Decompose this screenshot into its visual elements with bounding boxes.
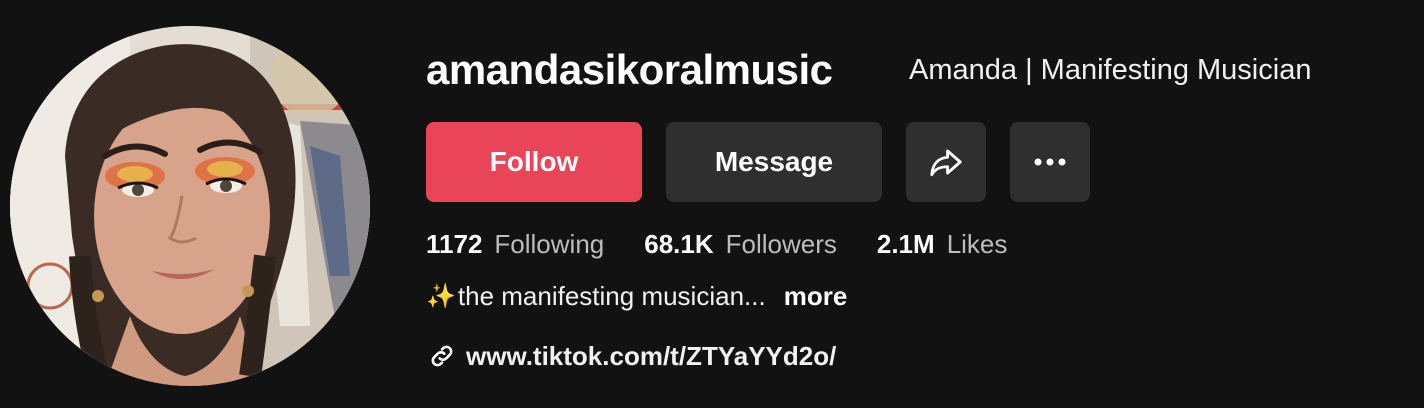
following-stat[interactable]: 1172 Following xyxy=(426,229,604,260)
likes-stat: 2.1M Likes xyxy=(877,229,1008,260)
avatar[interactable] xyxy=(10,26,370,386)
more-options-button[interactable] xyxy=(1010,122,1090,202)
follow-button-label: Follow xyxy=(489,146,579,177)
following-count: 1172 xyxy=(426,228,483,259)
likes-label: Likes xyxy=(946,228,1008,259)
message-button-label: Message xyxy=(714,146,834,177)
share-button[interactable] xyxy=(906,122,986,202)
link-url[interactable]: www.tiktok.com/t/ZTYaYYd2o/ xyxy=(466,341,836,372)
followers-count: 68.1K xyxy=(644,228,714,259)
link-icon xyxy=(428,341,458,371)
follow-button[interactable]: Follow xyxy=(426,122,642,202)
profile-link[interactable]: www.tiktok.com/t/ZTYaYYd2o/ xyxy=(428,338,836,374)
username: amandasikoralmusic xyxy=(426,46,833,93)
bio: ✨ the manifesting musician... more xyxy=(426,278,847,314)
profile-stats: 1172 Following 68.1K Followers 2.1M Like… xyxy=(426,226,1047,262)
followers-stat[interactable]: 68.1K Followers xyxy=(644,229,837,260)
followers-label: Followers xyxy=(725,228,837,259)
message-button[interactable]: Message xyxy=(666,122,882,202)
nickname: Amanda | Manifesting Musician xyxy=(909,54,1312,86)
likes-count: 2.1M xyxy=(876,228,935,259)
more-dots-icon xyxy=(1034,158,1066,166)
profile-header: amandasikoralmusic Amanda | Manifesting … xyxy=(0,0,1424,408)
bio-more-link[interactable]: more xyxy=(784,281,848,312)
share-arrow-icon xyxy=(930,149,962,177)
following-label: Following xyxy=(494,228,605,259)
avatar-image xyxy=(10,26,370,386)
sparkles-icon: ✨ xyxy=(426,282,456,310)
bio-text: the manifesting musician... xyxy=(457,280,766,311)
